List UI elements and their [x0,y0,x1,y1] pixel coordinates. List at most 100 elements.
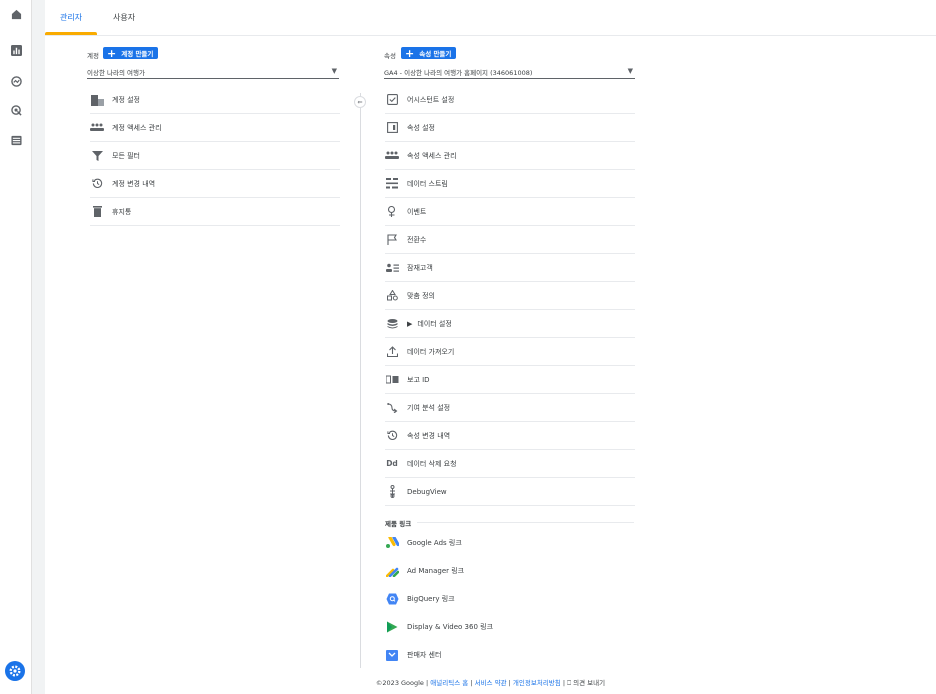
property-item-data-streams[interactable]: 데이터 스트림 [385,170,635,198]
dropdown-caret-icon: ▼ [331,67,337,75]
property-item-label: 어시스턴트 설정 [407,95,455,104]
page-footer: ©2023 Google | 애널리틱스 홈 | 서비스 약관 | 개인정보처리… [375,679,606,687]
footer-link-analytics-home[interactable]: 애널리틱스 홈 [430,679,468,687]
property-item-assistant[interactable]: 어시스턴트 설정 [385,86,635,114]
property-item-label: 속성 변경 내역 [407,431,451,440]
product-link-label: BigQuery 링크 [407,595,455,603]
product-link-dv360[interactable]: Display & Video 360 링크 [385,613,635,641]
property-item-access[interactable]: 속성 액세스 관리 [385,142,635,170]
property-settings-icon [385,121,399,135]
property-selector[interactable]: GA4 - 이상한 나라의 여행가 홈페이지 (346061008) ▼ [384,67,635,79]
product-link-merchant-center[interactable]: 판매자 센터 [385,641,635,669]
plus-icon: + [107,46,117,60]
account-item-label: 계정 액세스 관리 [112,123,162,132]
feedback-icon: ⎕ [567,679,572,687]
account-item-trash[interactable]: 휴지통 [90,198,340,226]
property-item-data-settings[interactable]: ▶ 데이터 설정 [385,310,635,338]
explore-icon[interactable] [8,73,24,89]
collapse-arrow-icon[interactable]: ⇐ [354,96,366,108]
home-icon[interactable] [8,6,24,22]
trash-icon [90,205,104,219]
expand-arrow-icon[interactable]: ▶ [407,320,412,328]
merchant-center-icon [385,648,399,662]
tab-admin[interactable]: 관리자 [60,12,82,23]
create-property-button[interactable]: + 속성 만들기 [401,46,457,60]
property-label: 속성 [384,52,396,60]
footer-copyright: ©2023 Google | [375,679,429,687]
product-link-ad-manager[interactable]: Ad Manager 링크 [385,557,635,585]
admin-main: 관리자 사용자 계정 + 계정 만들기 이상한 나라의 여행가 ▼ 계정 설정 … [45,0,936,694]
property-item-label: 속성 액세스 관리 [407,151,457,160]
property-item-audiences[interactable]: 잠재고객 [385,254,635,282]
reports-icon[interactable] [8,42,24,58]
property-item-label: 속성 설정 [407,123,435,132]
property-item-label: 전환수 [407,235,427,244]
property-item-data-deletion[interactable]: Dd 데이터 삭제 요청 [385,450,635,478]
events-icon [385,205,399,219]
bigquery-icon [385,592,399,606]
property-item-settings[interactable]: 속성 설정 [385,114,635,142]
account-item-label: 계정 변경 내역 [112,179,156,188]
product-link-label: Display & Video 360 링크 [407,623,494,631]
account-item-label: 계정 설정 [112,95,140,104]
property-item-reporting-id[interactable]: 보고 ID [385,366,635,394]
ad-manager-icon [385,564,399,578]
history-icon [385,429,399,443]
property-item-history[interactable]: 속성 변경 내역 [385,422,635,450]
history-icon [90,177,104,191]
account-item-filters[interactable]: 모든 필터 [90,142,340,170]
product-link-google-ads[interactable]: Google Ads 링크 [385,529,635,557]
account-selected-value: 이상한 나라의 여행가 [87,69,145,77]
property-item-data-import[interactable]: 데이터 가져오기 [385,338,635,366]
flag-icon [385,233,399,247]
create-property-label: 속성 만들기 [419,50,452,58]
advertising-icon[interactable] [8,102,24,118]
property-item-label: 데이터 스트림 [407,179,448,188]
property-item-label: 이벤트 [407,207,427,216]
product-link-bigquery[interactable]: BigQuery 링크 [385,585,635,613]
checkbox-icon [385,93,399,107]
property-item-attribution[interactable]: 기여 분석 설정 [385,394,635,422]
property-item-label: 맞춤 정의 [407,291,435,300]
tab-user[interactable]: 사용자 [113,12,135,23]
configure-icon[interactable] [8,132,24,148]
account-item-access[interactable]: 계정 액세스 관리 [90,114,340,142]
property-item-conversions[interactable]: 전환수 [385,226,635,254]
property-selected-value: GA4 - 이상한 나라의 여행가 홈페이지 (346061008) [384,69,533,77]
admin-gear-icon[interactable] [5,661,25,681]
people-icon [385,149,399,163]
column-divider [360,93,361,668]
audiences-icon [385,261,399,275]
account-selector[interactable]: 이상한 나라의 여행가 ▼ [87,67,339,79]
footer-feedback[interactable]: 의견 보내기 [573,679,605,687]
property-item-debugview[interactable]: DebugView [385,478,635,506]
property-item-label: 기여 분석 설정 [407,403,451,412]
product-links-heading: 제품 링크 [385,520,412,528]
building-icon [90,93,104,107]
database-icon [385,317,399,331]
product-links-divider [417,522,634,523]
product-link-label: Ad Manager 링크 [407,567,465,575]
property-item-custom-definitions[interactable]: 맞춤 정의 [385,282,635,310]
reporting-id-icon [385,373,399,387]
shapes-icon [385,289,399,303]
debug-icon [385,485,399,499]
product-link-label: Google Ads 링크 [407,539,462,547]
dv360-icon [385,620,399,634]
account-item-label: 모든 필터 [112,151,140,160]
footer-link-privacy[interactable]: 개인정보처리방침 [513,679,561,687]
footer-link-terms[interactable]: 서비스 약관 [475,679,507,687]
property-item-label: 잠재고객 [407,263,433,272]
account-item-label: 휴지통 [112,207,132,216]
product-link-label: 판매자 센터 [407,651,442,659]
dd-icon: Dd [386,459,398,468]
create-account-label: 계정 만들기 [121,50,154,58]
property-item-label: 데이터 설정 [417,319,452,328]
account-item-history[interactable]: 계정 변경 내역 [90,170,340,198]
plus-icon: + [405,46,415,60]
account-item-settings[interactable]: 계정 설정 [90,86,340,114]
property-item-events[interactable]: 이벤트 [385,198,635,226]
account-label: 계정 [87,52,99,60]
admin-tabbar: 관리자 사용자 [45,0,936,36]
create-account-button[interactable]: + 계정 만들기 [103,46,159,60]
